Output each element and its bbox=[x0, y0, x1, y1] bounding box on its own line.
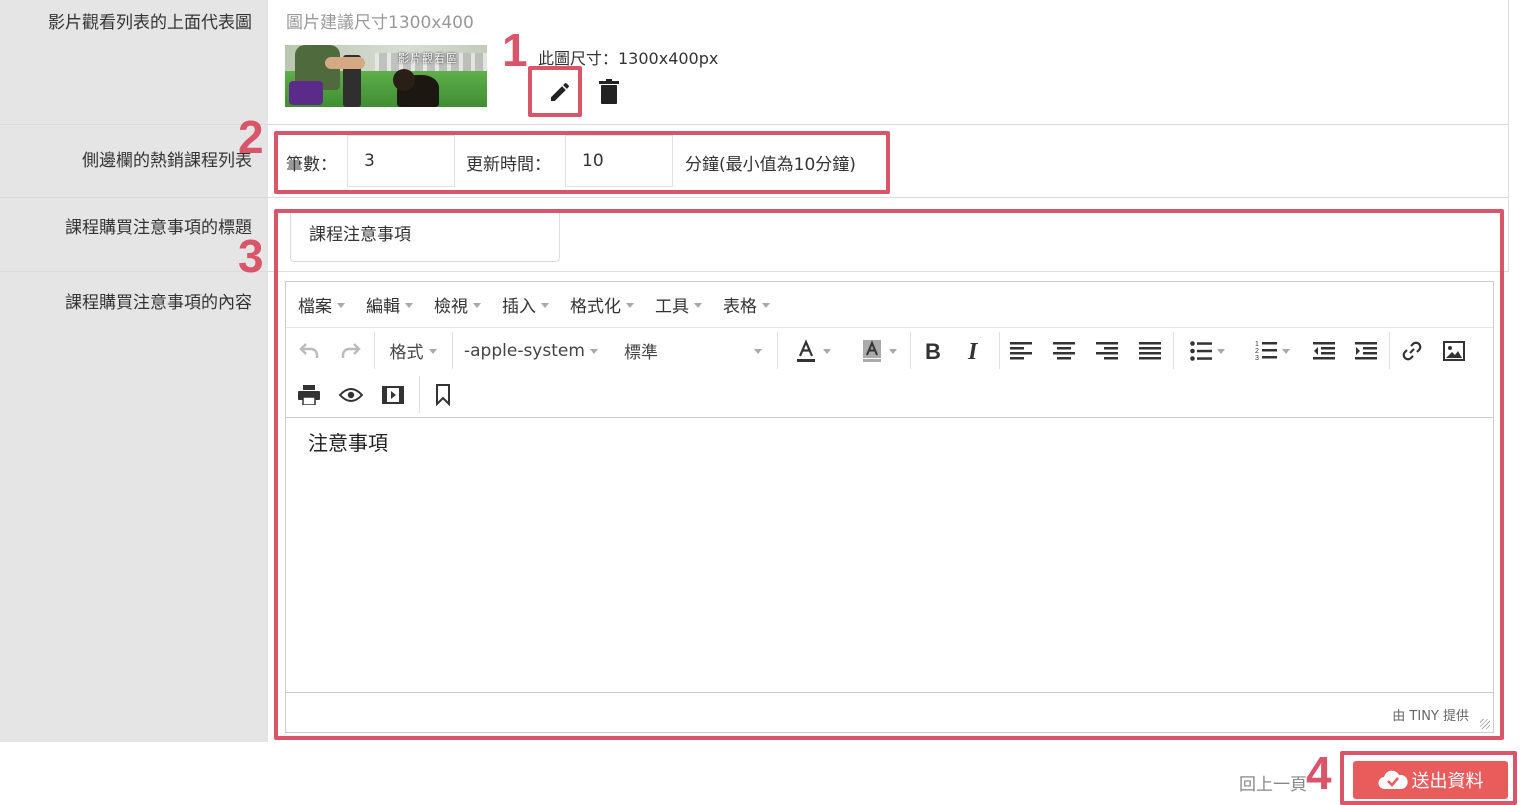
annotation-box-3 bbox=[274, 209, 1504, 740]
label-column bbox=[0, 0, 268, 742]
cover-image-thumbnail: 影片觀看區 bbox=[285, 45, 487, 107]
back-link[interactable]: 回上一頁 bbox=[1239, 770, 1307, 795]
row-label-notice-content: 課程購買注意事項的內容 bbox=[65, 293, 252, 313]
row-divider bbox=[0, 124, 1508, 125]
trash-icon bbox=[599, 79, 619, 104]
annotation-number-2: 2 bbox=[238, 111, 264, 163]
content-border bbox=[1508, 0, 1509, 272]
row-divider bbox=[0, 197, 1508, 198]
annotation-number-3: 3 bbox=[238, 230, 264, 282]
annotation-number-4: 4 bbox=[1306, 747, 1332, 799]
submit-button[interactable]: 送出資料 bbox=[1353, 761, 1508, 799]
submit-label: 送出資料 bbox=[1411, 771, 1484, 791]
row-label-hot-courses: 側邊欄的熱銷課程列表 bbox=[82, 151, 252, 171]
row-label-notice-title: 課程購買注意事項的標題 bbox=[65, 218, 252, 238]
row-label-cover-image: 影片觀看列表的上面代表圖 bbox=[48, 13, 252, 33]
delete-image-button[interactable] bbox=[594, 76, 624, 108]
annotation-box-2 bbox=[274, 131, 890, 194]
annotation-box-1 bbox=[528, 66, 582, 117]
cloud-check-icon bbox=[1377, 770, 1408, 790]
image-size-hint: 圖片建議尺寸1300x400 bbox=[286, 13, 474, 33]
thumbnail-caption: 影片觀看區 bbox=[398, 52, 458, 65]
annotation-number-1: 1 bbox=[502, 24, 528, 76]
